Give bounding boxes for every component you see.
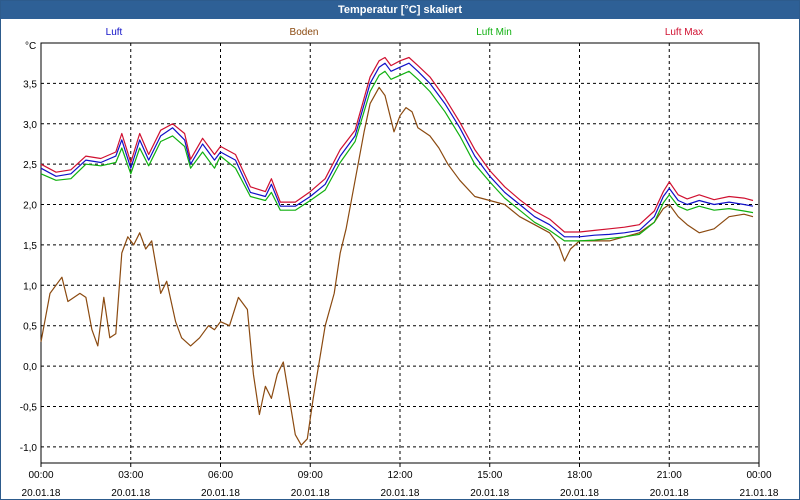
y-tick-label: -1,0: [20, 443, 38, 454]
x-tick-date: 20.01.18: [470, 488, 509, 499]
y-tick-label: 2,5: [23, 160, 37, 171]
series-lines: [40, 56, 754, 446]
x-tick-date: 20.01.18: [560, 488, 599, 499]
x-tick-time: 18:00: [567, 470, 592, 481]
x-tick-time: 06:00: [208, 470, 233, 481]
y-tick-label: 3,0: [23, 120, 37, 131]
series-line-luft: [40, 62, 754, 238]
y-tick-label: 0,5: [23, 322, 37, 333]
x-tick-date: 20.01.18: [650, 488, 689, 499]
y-tick-label: 3,5: [23, 79, 37, 90]
series-line-boden: [40, 86, 754, 446]
y-axis-ticks: 3,5 3,0 2,5 2,0 1,5 1,0 0,5 0,0 -0,5 -1,0: [20, 79, 38, 453]
x-axis-ticks: 00:00 20.01.18 03:00 20.01.18 06:00 20.01.18 0…: [22, 463, 779, 499]
x-tick-date: 20.01.18: [22, 488, 61, 499]
x-tick-date: 20.01.18: [381, 488, 420, 499]
x-tick-time: 15:00: [477, 470, 502, 481]
x-tick-time: 21:00: [657, 470, 682, 481]
y-tick-label: 1,5: [23, 241, 37, 252]
y-tick-label: -0,5: [20, 402, 38, 413]
legend-entry: Boden: [290, 27, 319, 38]
y-tick-label: 2,0: [23, 201, 37, 212]
y-axis-unit-label: °C: [25, 41, 36, 52]
y-tick-label: 0,0: [23, 362, 37, 373]
legend-entry: Luft Min: [476, 27, 512, 38]
legend: Luft Boden Luft Min Luft Max: [106, 27, 704, 38]
window-title: Temperatur [°C] skaliert: [1, 1, 799, 19]
series-line-luft-min: [40, 70, 754, 242]
x-tick-time: 03:00: [118, 470, 143, 481]
x-tick-time: 00:00: [746, 470, 771, 481]
legend-entry: Luft: [106, 27, 123, 38]
x-tick-time: 00:00: [28, 470, 53, 481]
x-tick-date: 21.01.18: [740, 488, 779, 499]
x-tick-time: 12:00: [387, 470, 412, 481]
y-tick-label: 1,0: [23, 281, 37, 292]
grid: [41, 43, 759, 463]
chart-canvas: Luft Boden Luft Min Luft Max °C 3,5 3,0 2,5 2,…: [20, 27, 779, 499]
x-tick-date: 20.01.18: [201, 488, 240, 499]
x-tick-time: 09:00: [298, 470, 323, 481]
x-tick-date: 20.01.18: [111, 488, 150, 499]
x-tick-date: 20.01.18: [291, 488, 330, 499]
legend-entry: Luft Max: [665, 27, 703, 38]
chart-window: Temperatur [°C] skaliert Luft Boden Luft M…: [0, 0, 800, 500]
